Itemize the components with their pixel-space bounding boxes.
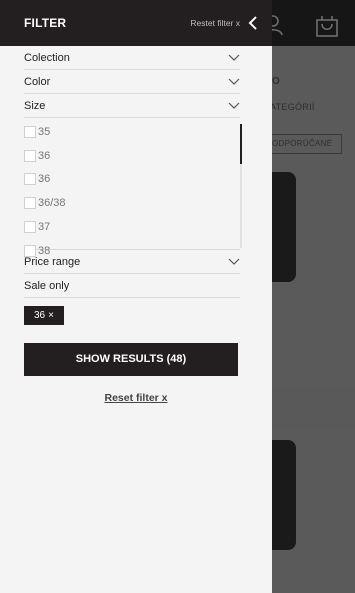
show-results-button[interactable]: SHOW RESULTS (48) <box>24 343 238 376</box>
scrollbar-thumb[interactable] <box>240 124 242 164</box>
size-options-list: 35 36 36 36/38 37 38 <box>24 118 242 257</box>
header-reset-filter-link[interactable]: Restet filter x <box>190 18 240 28</box>
chip-label: 36 <box>34 310 46 321</box>
reset-filter-link[interactable]: Reset filter x <box>0 392 272 404</box>
checkbox[interactable] <box>24 125 36 138</box>
filter-color[interactable]: Color <box>24 70 240 94</box>
background-sort-box: ODPORÚČANÉ <box>266 134 342 154</box>
chevron-down-icon <box>228 78 240 85</box>
size-option[interactable]: 36 <box>24 168 240 192</box>
size-option[interactable]: 36 <box>24 144 240 168</box>
checkbox[interactable] <box>24 197 36 210</box>
size-option[interactable]: 37 <box>24 215 240 239</box>
filter-panel: FILTER Restet filter x Colection Color S… <box>0 0 272 593</box>
filter-color-label: Color <box>24 75 51 88</box>
filter-collection-label: Colection <box>24 51 70 64</box>
filter-size-label: Size <box>24 99 46 112</box>
filter-sale-only-label: Sale only <box>24 279 70 292</box>
filter-header: FILTER Restet filter x <box>0 0 272 46</box>
size-option-label: 36/38 <box>38 197 66 210</box>
background-section-text: O <box>272 76 280 87</box>
active-filter-chip[interactable]: 36 × <box>24 306 64 325</box>
size-option[interactable]: 38 <box>24 239 240 263</box>
checkbox[interactable] <box>24 173 36 186</box>
size-option[interactable]: 35 <box>24 120 240 144</box>
size-option-label: 38 <box>38 244 51 257</box>
background-categories-text: ATEGÓRIÍ <box>270 102 315 112</box>
size-option-label: 36 <box>38 149 51 162</box>
chevron-down-icon <box>228 102 240 109</box>
filter-size[interactable]: Size <box>24 94 240 118</box>
filter-collection[interactable]: Colection <box>24 46 240 70</box>
size-option-label: 37 <box>38 221 51 234</box>
filter-title: FILTER <box>24 16 67 30</box>
chevron-left-icon[interactable] <box>248 15 258 31</box>
filter-sale-only[interactable]: Sale only <box>24 274 240 298</box>
chip-remove-icon[interactable]: × <box>48 310 54 321</box>
chevron-down-icon <box>228 54 240 61</box>
checkbox[interactable] <box>24 221 36 234</box>
background-block <box>272 388 355 428</box>
header-actions: Restet filter x <box>190 15 258 31</box>
size-option[interactable]: 36/38 <box>24 191 240 215</box>
size-option-label: 35 <box>38 125 51 138</box>
shopping-bag-icon <box>316 16 338 37</box>
checkbox[interactable] <box>24 149 36 162</box>
size-option-label: 36 <box>38 173 51 186</box>
checkbox[interactable] <box>24 244 36 257</box>
filter-list: Colection Color Size 35 36 36 36/38 37 3… <box>0 46 272 298</box>
